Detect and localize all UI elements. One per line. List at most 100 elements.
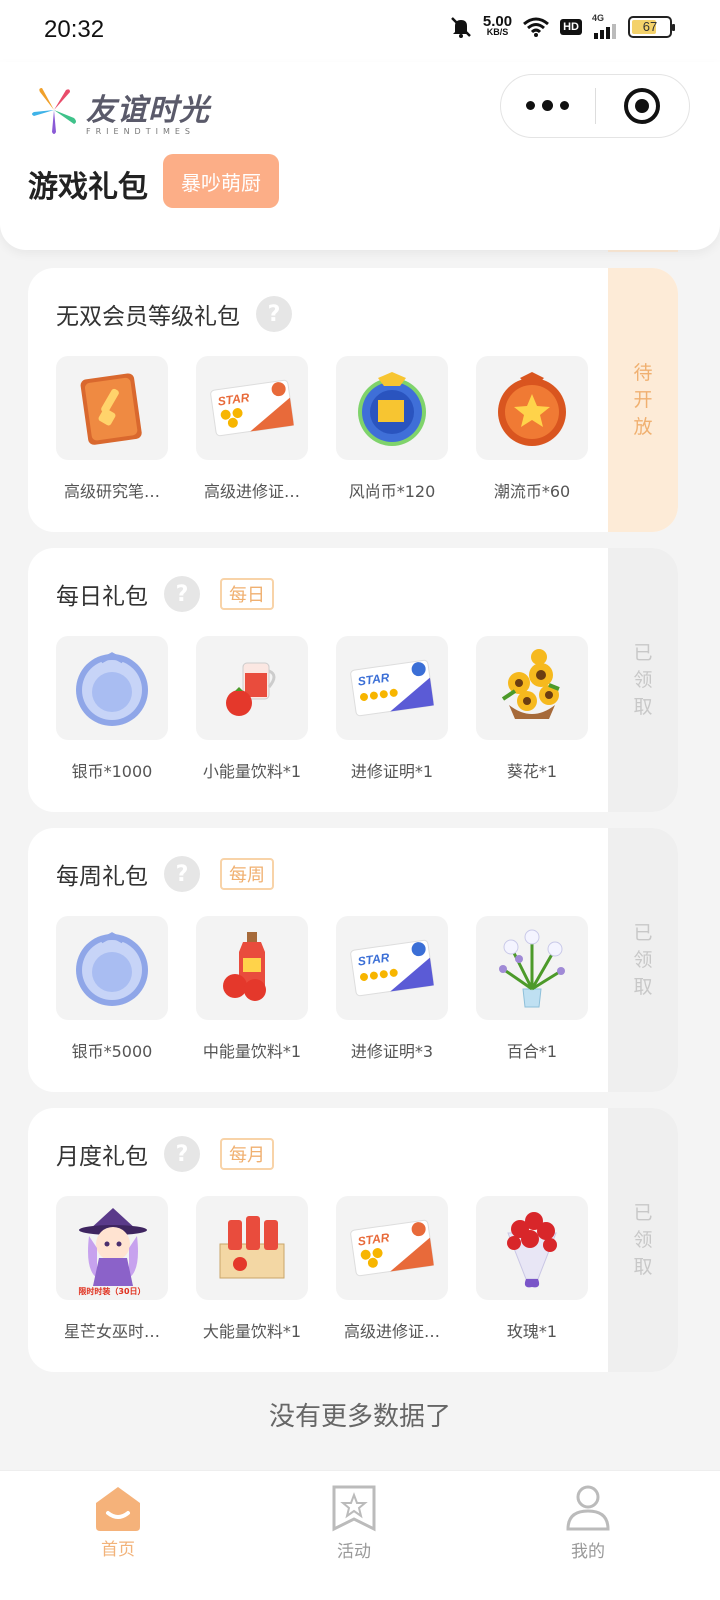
gift-item[interactable]: 高级研究笔… — [56, 356, 168, 502]
certificate-icon: STAR — [336, 916, 448, 1020]
status-char: 领 — [633, 668, 653, 691]
tab-profile[interactable]: 我的 — [528, 1483, 648, 1562]
gift-item-label: 高级研究笔… — [63, 482, 160, 501]
close-miniprogram-button[interactable] — [596, 88, 690, 124]
target-icon — [624, 88, 661, 124]
gift-item-label: 星芒女巫时… — [63, 1322, 160, 1341]
network-speed-unit: KB/S — [486, 26, 509, 37]
gift-pack-title: 每日礼包 — [56, 584, 148, 610]
cellular-signal-icon: 4G — [592, 14, 618, 39]
bottom-tab-bar: 首页 活动 我的 — [0, 1470, 720, 1600]
tab-home[interactable]: 首页 — [58, 1483, 178, 1560]
home-icon — [96, 1487, 140, 1531]
gift-item[interactable]: 葵花*1 — [476, 636, 588, 782]
gift-pack-card: 无双会员等级礼包? 高级研究笔… STAR 高级进修证… 风尚币*120 潮流币… — [28, 268, 678, 532]
gift-item-label: 风尚币*120 — [348, 482, 436, 501]
status-time: 20:32 — [44, 16, 105, 43]
help-icon[interactable]: ? — [164, 576, 200, 612]
battery-icon: 67 — [628, 15, 675, 38]
status-char: 取 — [633, 1255, 653, 1278]
mute-bell-icon — [451, 16, 471, 38]
fashion-coin-icon — [336, 356, 448, 460]
brand-logo-mark-icon — [32, 88, 76, 134]
lily-icon — [476, 916, 588, 1020]
hd-badge: HD — [560, 18, 582, 35]
gift-item[interactable]: STAR 进修证明*1 — [336, 636, 448, 782]
gift-item-list: 银币*5000 中能量饮料*1 STAR 进修证明*3 百合*1 — [56, 916, 588, 1062]
certificate-icon: STAR — [336, 636, 448, 740]
gift-item[interactable]: 中能量饮料*1 — [196, 916, 308, 1062]
gift-item-label: 银币*5000 — [71, 1042, 153, 1061]
gift-item[interactable]: 大能量饮料*1 — [196, 1196, 308, 1342]
status-char: 领 — [633, 948, 653, 971]
gift-item[interactable]: 银币*1000 — [56, 636, 168, 782]
page-title: 游戏礼包 — [28, 170, 148, 205]
status-char: 开 — [633, 388, 653, 411]
network-speed-value: 5.00 — [482, 12, 513, 30]
gift-item-label: 葵花*1 — [506, 762, 558, 781]
network-speed: 5.00 KB/S — [482, 12, 513, 38]
pending-open-button[interactable]: 待开放 — [608, 268, 678, 532]
frequency-tag: 每月 — [220, 1138, 274, 1170]
large-energy-drink-icon — [196, 1196, 308, 1300]
status-icons: 5.00 KB/S HD 4G 67 — [449, 12, 675, 39]
gift-item[interactable]: STAR 高级进修证… — [336, 1196, 448, 1342]
help-icon[interactable]: ? — [164, 856, 200, 892]
frequency-tag: 每日 — [220, 578, 274, 610]
gift-item[interactable]: 小能量饮料*1 — [196, 636, 308, 782]
gift-item-label: 中能量饮料*1 — [202, 1042, 302, 1061]
tab-activity-label: 活动 — [337, 1542, 371, 1562]
claimed-button[interactable]: 已领取 — [608, 548, 678, 812]
gift-item-list: 高级研究笔… STAR 高级进修证… 风尚币*120 潮流币*60 — [56, 356, 588, 502]
gift-item[interactable]: 潮流币*60 — [476, 356, 588, 502]
gift-item-list: 限时时装（30日） 星芒女巫时… 大能量饮料*1 STAR 高级进修证… 玫瑰*1 — [56, 1196, 588, 1342]
advanced-certificate-icon: STAR — [196, 356, 308, 460]
status-char: 取 — [633, 695, 653, 718]
battery-level: 67 — [642, 19, 658, 34]
status-bar: 20:32 5.00 KB/S HD 4G 67 — [0, 0, 720, 62]
gift-item-label: 玫瑰*1 — [506, 1322, 558, 1341]
profile-icon — [566, 1485, 610, 1531]
claimed-button[interactable]: 已领取 — [608, 828, 678, 1092]
game-select-badge[interactable]: 暴吵萌厨 — [163, 154, 279, 208]
help-icon[interactable]: ? — [164, 1136, 200, 1172]
gift-item[interactable]: 限时时装（30日） 星芒女巫时… — [56, 1196, 168, 1342]
gift-pack-header: 每周礼包? 每周 — [56, 856, 274, 892]
advanced-certificate-icon: STAR — [336, 1196, 448, 1300]
tab-activity[interactable]: 活动 — [294, 1483, 414, 1562]
silver-coin-icon — [56, 916, 168, 1020]
gift-pack-card: 每日礼包? 每日 银币*1000 小能量饮料*1 STAR 进修证明*1 葵花*1… — [28, 548, 678, 812]
gift-item-label: 大能量饮料*1 — [202, 1322, 302, 1341]
gift-pack-title: 每周礼包 — [56, 864, 148, 890]
gift-item-label: 进修证明*3 — [350, 1042, 434, 1061]
gift-item[interactable]: 玫瑰*1 — [476, 1196, 588, 1342]
gift-pack-title: 无双会员等级礼包 — [56, 304, 240, 330]
gift-item[interactable]: 风尚币*120 — [336, 356, 448, 502]
rose-bouquet-icon — [476, 1196, 588, 1300]
gift-item-label: 潮流币*60 — [493, 482, 571, 501]
status-char: 放 — [633, 415, 653, 438]
gift-item-label: 百合*1 — [506, 1042, 558, 1061]
gift-pack-card: 每周礼包? 每周 银币*5000 中能量饮料*1 STAR 进修证明*3 百合*1… — [28, 828, 678, 1092]
gift-item-label: 高级进修证… — [343, 1322, 440, 1341]
sunflower-icon — [476, 636, 588, 740]
gift-item[interactable]: STAR 进修证明*3 — [336, 916, 448, 1062]
trend-coin-icon — [476, 356, 588, 460]
gift-item-label: 小能量饮料*1 — [202, 762, 302, 781]
tab-profile-label: 我的 — [571, 1542, 605, 1562]
claimed-button[interactable]: 已领取 — [608, 1108, 678, 1372]
brand-name-en: FRIENDTIMES — [86, 126, 195, 136]
gift-item-label: 高级进修证… — [203, 482, 300, 501]
status-char: 领 — [633, 1228, 653, 1251]
gift-item[interactable]: 百合*1 — [476, 916, 588, 1062]
gift-pack-title: 月度礼包 — [56, 1144, 148, 1170]
more-options-button[interactable] — [501, 100, 595, 111]
gift-item[interactable]: STAR 高级进修证… — [196, 356, 308, 502]
help-icon[interactable]: ? — [256, 296, 292, 332]
gift-item-label: 银币*1000 — [71, 762, 153, 781]
wifi-icon — [523, 17, 550, 37]
small-energy-drink-icon — [196, 636, 308, 740]
status-char: 取 — [633, 975, 653, 998]
medium-energy-drink-icon — [196, 916, 308, 1020]
gift-item[interactable]: 银币*5000 — [56, 916, 168, 1062]
